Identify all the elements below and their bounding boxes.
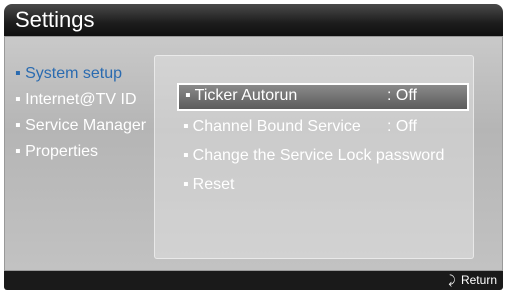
settings-panel: ▪ System setup ▪ Internet@TV ID ▪ Servic… — [4, 36, 503, 271]
sidebar-menu: ▪ System setup ▪ Internet@TV ID ▪ Servic… — [15, 61, 165, 165]
option-value: : Off — [387, 118, 417, 135]
bullet-icon: ▪ — [183, 176, 189, 193]
bullet-icon: ▪ — [185, 87, 191, 104]
sidebar-item-system-setup[interactable]: ▪ System setup — [15, 61, 165, 87]
option-change-service-lock-password[interactable]: ▪ Change the Service Lock password — [177, 143, 469, 171]
options-panel: ▪ Ticker Autorun : Off ▪ Channel Bound Ser… — [154, 55, 474, 259]
page-title: Settings — [15, 7, 95, 32]
option-reset[interactable]: ▪ Reset — [177, 172, 469, 200]
bullet-icon: ▪ — [183, 147, 189, 164]
option-label: Change the Service Lock password — [192, 147, 445, 164]
option-label: Reset — [192, 176, 235, 193]
option-value: : Off — [387, 87, 417, 104]
return-label: Return — [460, 273, 497, 287]
bullet-icon: ▪ — [183, 118, 189, 135]
return-icon: ⤸ — [448, 273, 456, 287]
footer-bar: ⤸ Return — [4, 271, 503, 290]
return-button[interactable]: ⤸ Return — [448, 272, 497, 289]
sidebar-item-properties[interactable]: ▪ Properties — [15, 139, 165, 165]
option-label: Ticker Autorun — [194, 87, 298, 104]
sidebar-item-internet-tv-id[interactable]: ▪ Internet@TV ID — [15, 87, 165, 113]
title-bar: Settings — [4, 4, 503, 36]
settings-screen: Settings ▪ System setup ▪ Internet@TV ID… — [0, 0, 509, 292]
option-label: Channel Bound Service — [192, 118, 361, 135]
option-channel-bound-service[interactable]: ▪ Channel Bound Service : Off — [177, 114, 469, 142]
option-ticker-autorun[interactable]: ▪ Ticker Autorun : Off — [177, 83, 469, 111]
sidebar-item-service-manager[interactable]: ▪ Service Manager — [15, 113, 165, 139]
